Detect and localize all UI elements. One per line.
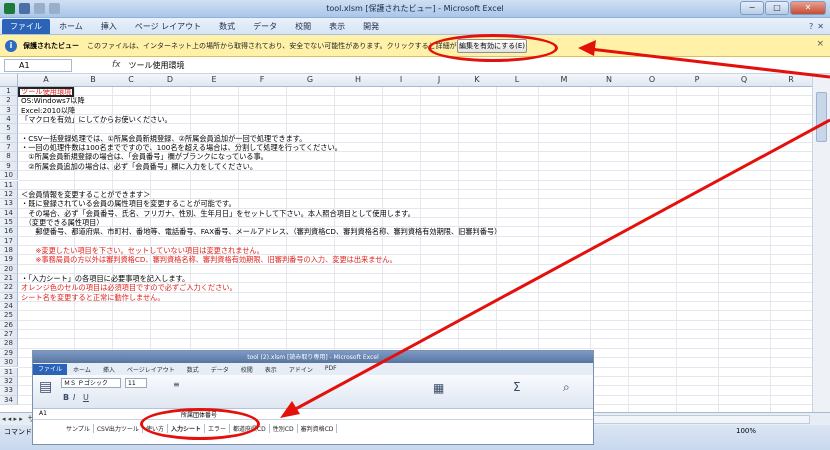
annotation-arrow-head-bottom [280,401,300,418]
annotation-arrow-line-top [589,47,830,79]
annotation-arrow-head-top [578,40,596,56]
annotation-arrow-line-bottom [289,118,830,414]
annotation-arrows [280,40,830,418]
